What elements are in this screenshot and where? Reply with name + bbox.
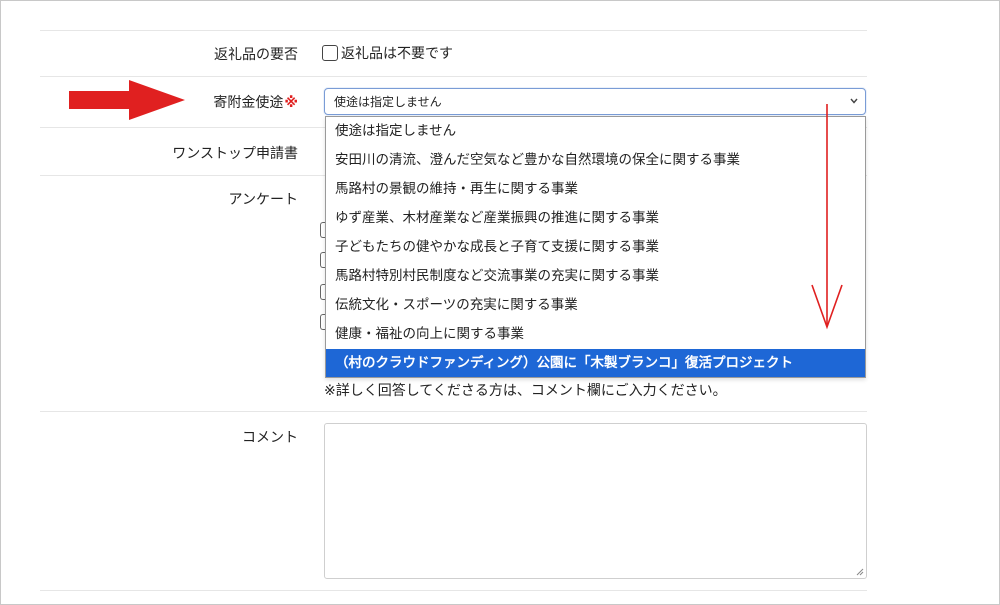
usage-option[interactable]: ゆず産業、木材産業など産業振興の推進に関する事業 bbox=[326, 204, 865, 233]
usage-select-value: 使途は指定しません bbox=[334, 95, 442, 109]
divider bbox=[40, 590, 867, 591]
survey-label: アンケート bbox=[228, 192, 298, 208]
usage-option[interactable]: 伝統文化・スポーツの充実に関する事業 bbox=[326, 291, 865, 320]
usage-option[interactable]: 子どもたちの健やかな成長と子育て支援に関する事業 bbox=[326, 233, 865, 262]
usage-option[interactable]: 健康・福祉の向上に関する事業 bbox=[326, 320, 865, 349]
usage-dropdown-list: 使途は指定しません 安田川の清流、澄んだ空気など豊かな自然環境の保全に関する事業… bbox=[325, 116, 866, 378]
usage-option[interactable]: 使途は指定しません bbox=[326, 117, 865, 146]
usage-select[interactable]: 使途は指定しません bbox=[324, 88, 866, 115]
usage-option-highlighted[interactable]: （村のクラウドファンディング）公園に「木製ブランコ」復活プロジェクト bbox=[326, 349, 865, 377]
divider bbox=[40, 411, 867, 412]
divider bbox=[40, 76, 867, 77]
divider bbox=[40, 30, 867, 31]
usage-option[interactable]: 安田川の清流、澄んだ空気など豊かな自然環境の保全に関する事業 bbox=[326, 146, 865, 175]
no-gift-checkbox-row[interactable]: 返礼品は不要です bbox=[322, 43, 453, 63]
required-mark: ※ bbox=[284, 95, 298, 111]
shito-label: 寄附金使途※ bbox=[213, 92, 298, 112]
comment-label: コメント bbox=[242, 430, 298, 446]
chevron-down-icon bbox=[850, 98, 858, 104]
shito-label-text: 寄附金使途 bbox=[213, 95, 284, 111]
usage-option[interactable]: 馬路村の景観の維持・再生に関する事業 bbox=[326, 175, 865, 204]
onestop-label: ワンストップ申請書 bbox=[172, 146, 298, 162]
resize-grip-icon[interactable] bbox=[856, 568, 864, 576]
no-gift-checkbox-label[interactable]: 返礼品は不要です bbox=[341, 43, 453, 63]
comment-textarea[interactable] bbox=[324, 423, 867, 579]
survey-note: ※詳しく回答してくださる方は、コメント欄にご入力ください。 bbox=[324, 383, 727, 399]
usage-option[interactable]: 馬路村特別村民制度など交流事業の充実に関する事業 bbox=[326, 262, 865, 291]
no-gift-checkbox[interactable] bbox=[322, 45, 338, 61]
henreihin-label: 返礼品の要否 bbox=[214, 47, 298, 63]
